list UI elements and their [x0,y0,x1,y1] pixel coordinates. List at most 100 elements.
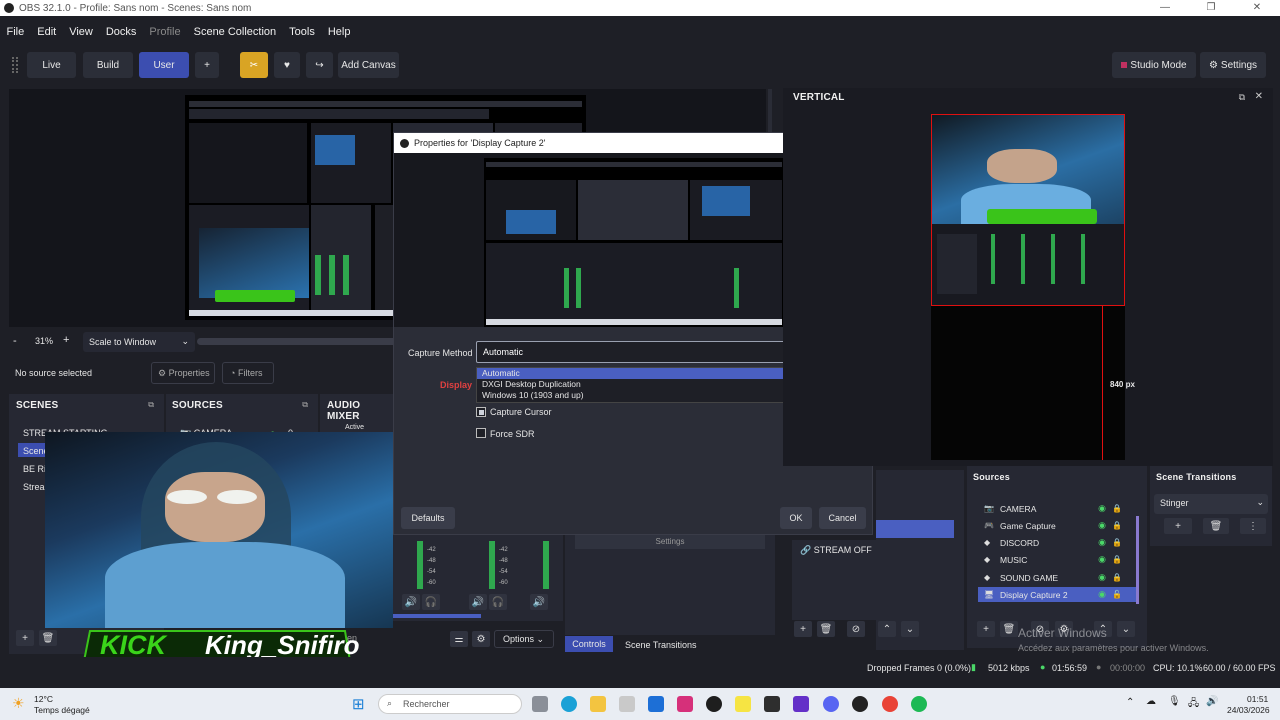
menu-help[interactable]: Help [321,26,357,38]
maximize-button[interactable]: ❐ [1188,0,1234,16]
stream-off-item[interactable]: 🔗 STREAM OFF [800,545,872,556]
undock-icon[interactable]: ⧉ [148,400,154,410]
minimize-button[interactable]: — [1142,0,1188,16]
filters-button[interactable]: ◔ Filters [222,362,274,384]
trash-icon[interactable]: 🗑 [1203,518,1229,534]
eye-icon[interactable]: ◉ [1098,572,1106,583]
selection-box[interactable] [931,114,1125,306]
no-icon[interactable]: ⊘ [847,621,865,637]
microphone-icon[interactable]: 🎙 [1168,696,1181,707]
cancel-button[interactable]: Cancel [819,507,866,529]
source-row[interactable]: ◆ MUSIC ◉ 🔒 [978,552,1136,567]
sliders-icon[interactable]: ⚌ [450,631,468,647]
scene-list-selected[interactable] [876,520,954,538]
menu-view[interactable]: View [63,26,100,38]
chevron-up-icon[interactable]: ⌃ [878,621,896,637]
lock-icon[interactable]: 🔒 [1112,504,1122,513]
menu-docks[interactable]: Docks [99,26,143,38]
source-row[interactable]: 📷 CAMERA ◉ 🔒 [978,501,1136,516]
menu-file[interactable]: File [0,26,31,38]
instagram-icon[interactable] [677,696,693,712]
lock-icon[interactable]: 🔒 [1112,538,1122,547]
app-icon[interactable] [764,696,780,712]
more-options-icon[interactable]: ⋮ [1240,518,1266,534]
chevron-down-icon[interactable]: ⌄ [901,621,919,637]
add-scene-button[interactable]: + [16,630,34,646]
lock-icon[interactable]: 🔒 [1112,573,1122,582]
capture-cursor-checkbox[interactable] [476,407,486,417]
snapchat-icon[interactable] [735,696,751,712]
add-transition-button[interactable]: + [1164,518,1192,534]
close-button[interactable]: ✕ [1234,0,1280,16]
options-button[interactable]: Options ⌄ [494,630,554,648]
store-icon[interactable] [619,696,635,712]
settings-control-button[interactable]: Settings [575,535,765,549]
menu-edit[interactable]: Edit [31,26,63,38]
trash-icon[interactable]: 🗑 [817,621,835,637]
add-source-button[interactable]: + [977,621,995,637]
eye-icon[interactable]: ◉ [1098,589,1106,600]
zoom-in-button[interactable]: + [63,334,69,346]
speaker-icon[interactable]: 🔊 [469,594,487,610]
properties-button[interactable]: ⚙ Properties [151,362,215,384]
scale-mode-select[interactable]: Scale to Window ⌄ [83,332,195,352]
add-mode-button[interactable]: + [195,52,219,78]
edge-icon[interactable] [561,696,577,712]
trash-icon[interactable]: 🗑 [1000,621,1018,637]
eye-icon[interactable]: ◉ [1098,537,1106,548]
eye-icon[interactable]: ◉ [1098,503,1106,514]
source-row[interactable]: 🎮 Game Capture ◉ 🔒 [978,518,1136,533]
tab-controls[interactable]: Controls [565,636,613,652]
discord-icon[interactable] [823,696,839,712]
transition-select[interactable]: Stinger ⌄ [1154,494,1268,514]
live-button[interactable]: Live [27,52,76,78]
close-icon[interactable]: ✕ [1255,91,1263,102]
source-row-selected[interactable]: 🖥 Display Capture 2 ◉ 🔓 [978,587,1136,602]
defaults-button[interactable]: Defaults [401,507,455,529]
undock-icon[interactable]: ⧉ [1239,92,1245,103]
chrome-icon[interactable] [882,696,898,712]
windows-start-icon[interactable]: ⊞ [352,695,365,713]
spotify-icon[interactable] [911,696,927,712]
zoom-slider[interactable] [197,338,397,345]
source-row[interactable]: ◆ SOUND GAME ◉ 🔒 [978,570,1136,585]
network-icon[interactable]: 🖧 [1188,696,1199,713]
file-explorer-icon[interactable] [590,696,606,712]
menu-profile[interactable]: Profile [143,26,187,38]
taskbar-search[interactable]: ⌕ Rechercher [378,694,522,714]
eye-icon[interactable]: ◉ [1098,520,1106,531]
speaker-icon[interactable]: 🔊 [402,594,420,610]
drag-handle[interactable] [12,57,18,73]
ok-button[interactable]: OK [780,507,812,529]
share-button[interactable]: ↪ [306,52,333,78]
headphones-icon[interactable]: 🎧 [489,594,507,610]
lock-icon[interactable]: 🔒 [1112,521,1122,530]
chevron-down-icon[interactable]: ⌄ [1117,621,1135,637]
eye-icon[interactable]: ◉ [1098,554,1106,565]
menu-tools[interactable]: Tools [283,26,322,38]
tab-scene-transitions[interactable]: Scene Transitions [625,640,697,650]
menu-scene-collection[interactable]: Scene Collection [187,26,283,38]
mail-icon[interactable] [648,696,664,712]
sources-scrollbar[interactable] [1136,516,1139,604]
tools-button[interactable]: ✂ [240,52,268,78]
undock-icon[interactable]: ⧉ [302,400,308,410]
force-sdr-checkbox[interactable] [476,428,486,438]
trash-icon[interactable]: 🗑 [39,630,57,646]
user-button[interactable]: User [139,52,189,78]
speaker-icon[interactable]: 🔊 [530,594,548,610]
task-view-icon[interactable] [532,696,548,712]
settings-button[interactable]: ⚙ Settings [1200,52,1266,78]
build-button[interactable]: Build [83,52,133,78]
zoom-out-button[interactable]: - [13,335,17,347]
add-canvas-button[interactable]: Add Canvas [338,52,399,78]
volume-icon[interactable]: 🔊 [1206,696,1218,707]
add-button[interactable]: + [794,621,812,637]
source-row[interactable]: ◆ DISCORD ◉ 🔒 [978,535,1136,550]
favorite-button[interactable]: ♥ [274,52,300,78]
app-icon[interactable] [706,696,722,712]
lock-icon[interactable]: 🔒 [1112,555,1122,564]
lock-icon[interactable]: 🔓 [1112,590,1122,599]
mixer-scrollbar[interactable] [393,614,481,618]
obs-icon[interactable] [852,696,868,712]
